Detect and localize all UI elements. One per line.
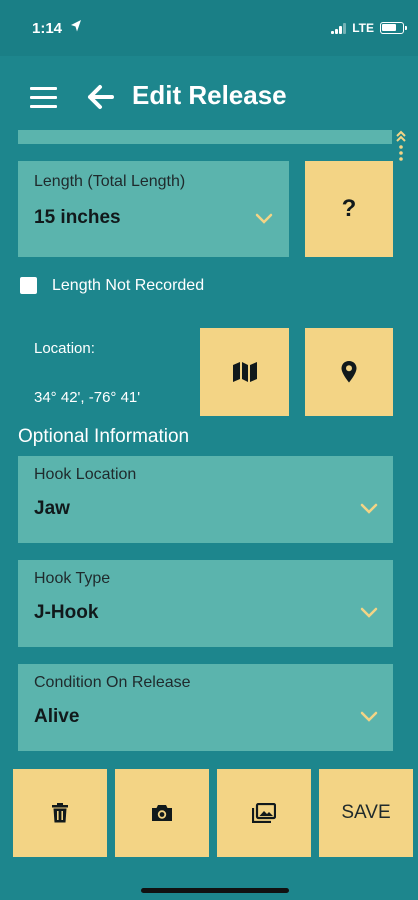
chevron-down-icon xyxy=(360,607,378,618)
length-not-recorded-checkbox[interactable] xyxy=(20,277,37,294)
chevron-down-icon xyxy=(255,213,273,224)
gallery-button[interactable] xyxy=(217,769,311,857)
status-time: 1:14 xyxy=(32,20,63,37)
length-value: 15 inches xyxy=(34,207,121,228)
page-title: Edit Release xyxy=(132,80,287,110)
condition-select[interactable]: Condition On Release Alive xyxy=(18,664,393,751)
signal-icon xyxy=(331,22,347,34)
map-button[interactable] xyxy=(200,328,289,416)
length-select[interactable]: Length (Total Length) 15 inches xyxy=(18,161,289,257)
save-label: SAVE xyxy=(341,802,391,823)
menu-icon[interactable] xyxy=(30,87,57,109)
camera-button[interactable] xyxy=(115,769,209,857)
save-button[interactable]: SAVE xyxy=(319,769,413,857)
hook-type-select[interactable]: Hook Type J-Hook xyxy=(18,560,393,647)
battery-icon xyxy=(380,22,407,34)
length-not-recorded-label: Length Not Recorded xyxy=(52,277,205,294)
location-arrow-icon xyxy=(71,20,81,32)
home-indicator[interactable] xyxy=(141,888,289,893)
scroll-up-icon[interactable] xyxy=(396,130,406,164)
photo-library-icon xyxy=(252,803,276,823)
hook-type-value: J-Hook xyxy=(34,602,99,623)
chevron-down-icon xyxy=(360,503,378,514)
condition-value: Alive xyxy=(34,706,80,727)
hook-location-label: Hook Location xyxy=(34,466,137,483)
location-pin-icon xyxy=(341,361,357,383)
app-header: Edit Release xyxy=(0,56,418,130)
help-question-icon: ? xyxy=(341,195,357,222)
delete-button[interactable] xyxy=(13,769,107,857)
location-value: 34° 42', -76° 41' xyxy=(34,389,141,406)
hook-type-label: Hook Type xyxy=(34,570,111,587)
hook-location-select[interactable]: Hook Location Jaw xyxy=(18,456,393,543)
location-label: Location: xyxy=(34,340,95,357)
network-label: LTE xyxy=(352,21,374,35)
form-scroll-area[interactable]: Length (Total Length) 15 inches ? Length… xyxy=(0,130,418,770)
current-location-button[interactable] xyxy=(305,328,393,416)
trash-icon xyxy=(52,803,68,823)
length-help-button[interactable]: ? xyxy=(305,161,393,257)
map-icon xyxy=(232,362,257,382)
back-arrow-icon[interactable] xyxy=(86,84,114,110)
previous-field-edge xyxy=(18,130,392,144)
hook-location-value: Jaw xyxy=(34,498,70,519)
status-bar: 1:14 LTE xyxy=(0,0,418,56)
condition-label: Condition On Release xyxy=(34,674,191,691)
chevron-down-icon xyxy=(360,711,378,722)
optional-info-heading: Optional Information xyxy=(18,426,190,447)
camera-icon xyxy=(152,805,172,821)
status-indicators: LTE xyxy=(331,21,407,35)
length-label: Length (Total Length) xyxy=(34,173,186,190)
